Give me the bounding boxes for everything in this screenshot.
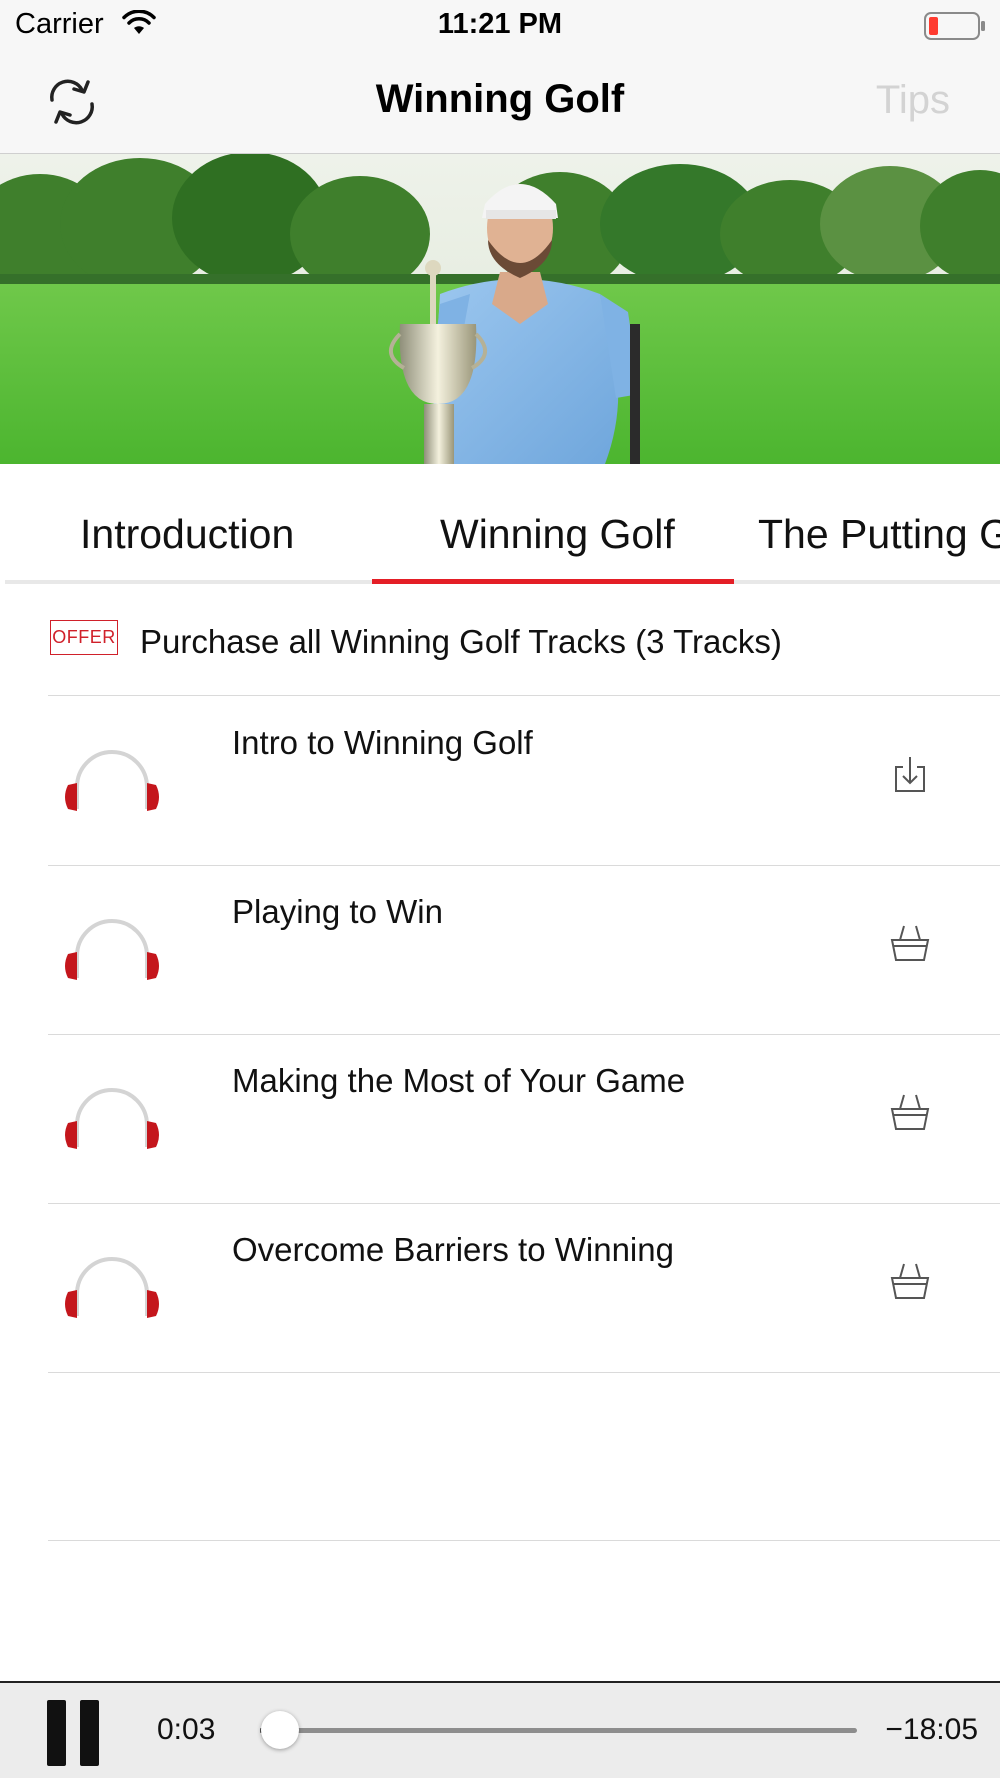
remaining-time: −18:05 <box>885 1713 978 1746</box>
tab-the-putting-game[interactable]: The Putting G <box>758 511 1000 558</box>
headphones-icon <box>65 919 159 980</box>
headphones-icon <box>65 750 159 811</box>
elapsed-time: 0:03 <box>157 1713 216 1746</box>
purchase-all-offer[interactable]: OFFER Purchase all Winning Golf Tracks (… <box>48 584 1000 696</box>
empty-list-row <box>48 1372 1000 1541</box>
audio-player-bar: 0:03 −18:05 <box>0 1681 1000 1778</box>
tab-winning-golf[interactable]: Winning Golf <box>440 511 675 558</box>
progress-slider-track[interactable] <box>260 1728 857 1733</box>
offer-text: Purchase all Winning Golf Tracks (3 Trac… <box>140 623 782 660</box>
headphones-icon <box>65 1088 159 1149</box>
status-bar: Carrier 11:21 PM <box>0 0 1000 50</box>
track-row[interactable]: Playing to Win <box>48 866 1000 1035</box>
download-icon[interactable] <box>890 753 930 797</box>
track-row[interactable]: Making the Most of Your Game <box>48 1035 1000 1204</box>
basket-icon[interactable] <box>890 1260 930 1304</box>
track-title: Making the Most of Your Game <box>232 1062 686 1099</box>
track-title: Playing to Win <box>232 893 443 930</box>
hero-image-golfer-with-trophy <box>0 154 1000 464</box>
track-row[interactable]: Intro to Winning Golf <box>48 697 1000 866</box>
pause-icon <box>47 1700 66 1766</box>
basket-icon[interactable] <box>890 1091 930 1135</box>
progress-slider-thumb[interactable] <box>260 1711 299 1749</box>
pause-icon-bar <box>80 1700 99 1766</box>
offer-badge: OFFER <box>50 620 118 655</box>
tab-introduction[interactable]: Introduction <box>80 511 294 558</box>
page-title: Winning Golf <box>375 77 625 121</box>
navigation-bar: Winning Golf Tips <box>0 50 1000 154</box>
category-tabs: Introduction Winning Golf The Putting G <box>0 464 1000 584</box>
battery-icon <box>924 12 985 40</box>
tips-button[interactable]: Tips <box>876 78 950 123</box>
track-title: Intro to Winning Golf <box>232 724 533 761</box>
status-time: 11:21 PM <box>437 8 563 40</box>
track-title: Overcome Barriers to Winning <box>232 1231 674 1268</box>
headphones-icon <box>65 1257 159 1318</box>
track-row[interactable]: Overcome Barriers to Winning <box>48 1204 1000 1373</box>
basket-icon[interactable] <box>890 922 930 966</box>
pause-button[interactable] <box>47 1700 99 1766</box>
